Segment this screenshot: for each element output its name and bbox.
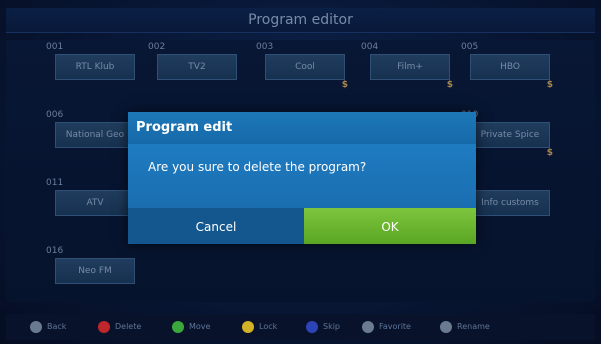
footer-key-lock[interactable]: Lock	[242, 320, 277, 334]
yellow-key-icon	[242, 320, 254, 333]
footer-key-label: Favorite	[379, 322, 411, 331]
footer-key-label: Move	[189, 322, 211, 331]
favorite-key-icon	[362, 320, 374, 333]
footer-key-bar: Back Delete Move Lock Skip Favorite Rena…	[6, 314, 595, 340]
cancel-button[interactable]: Cancel	[128, 208, 304, 244]
footer-key-label: Back	[47, 322, 67, 331]
footer-key-back[interactable]: Back	[30, 320, 66, 334]
dialog-message: Are you sure to delete the program?	[128, 144, 476, 208]
red-key-icon	[98, 320, 110, 333]
footer-key-favorite[interactable]: Favorite	[362, 320, 411, 334]
program-edit-dialog: Program edit Are you sure to delete the …	[128, 112, 476, 244]
ok-button[interactable]: OK	[304, 208, 476, 244]
program-editor-screen: Program editor 001 RTL Klub 002 TV2 003 …	[0, 0, 601, 344]
footer-key-move[interactable]: Move	[172, 320, 210, 334]
footer-key-label: Delete	[115, 322, 142, 331]
footer-key-label: Rename	[457, 322, 490, 331]
footer-key-label: Lock	[259, 322, 278, 331]
dialog-title: Program edit	[128, 112, 476, 144]
blue-key-icon	[306, 320, 318, 333]
footer-key-rename[interactable]: Rename	[440, 320, 490, 334]
footer-key-delete[interactable]: Delete	[98, 320, 141, 334]
rename-key-icon	[440, 320, 452, 333]
footer-key-skip[interactable]: Skip	[306, 320, 340, 334]
green-key-icon	[172, 320, 184, 333]
back-key-icon	[30, 320, 42, 333]
footer-key-label: Skip	[323, 322, 341, 331]
